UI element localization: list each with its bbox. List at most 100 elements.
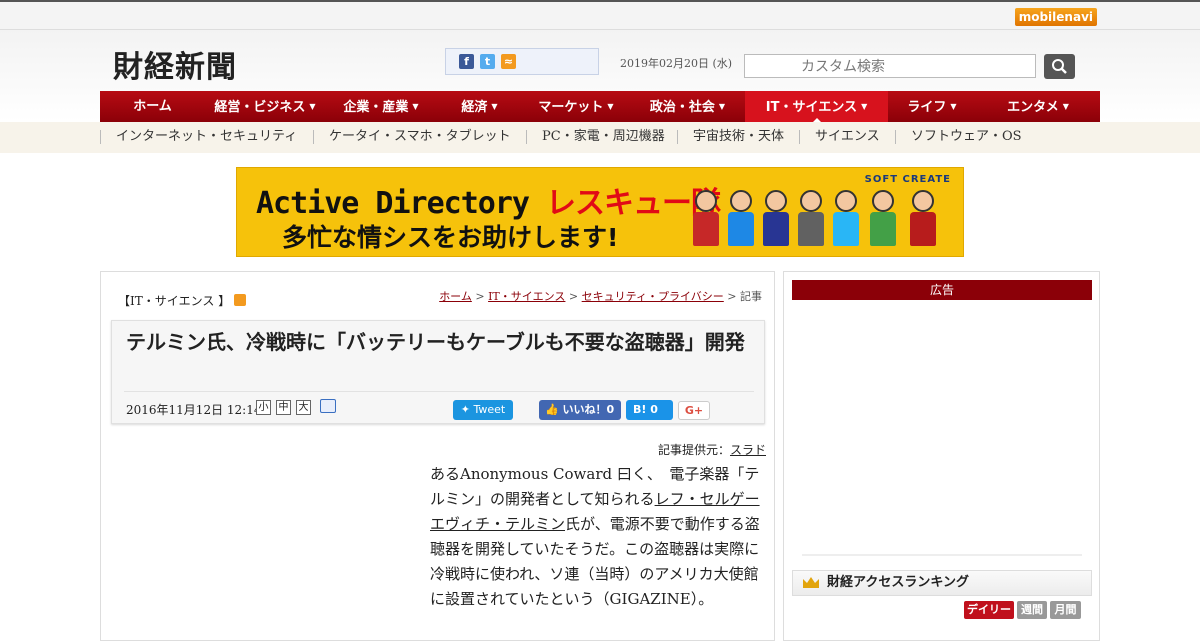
ranking-tab-daily[interactable]: デイリー	[964, 601, 1014, 619]
font-size-large-button[interactable]: 大	[296, 400, 311, 415]
rss-icon[interactable]: ≈	[501, 54, 516, 69]
hero-illustration	[909, 190, 937, 248]
google-plus-button[interactable]: G+	[678, 401, 710, 420]
caret-down-icon: ▼	[412, 102, 419, 111]
hatena-count: 0	[650, 403, 658, 416]
sidebar: 広告 財経アクセスランキング デイリー 週間 月間	[783, 271, 1100, 641]
publish-date: 2016年11月12日 12:14	[126, 403, 262, 417]
search-input[interactable]: カスタム検索	[744, 54, 1036, 78]
banner-headline-text: Active Directory	[256, 186, 530, 221]
hero-illustration	[762, 190, 790, 248]
nav-item-it-science[interactable]: IT・サイエンス ▼	[745, 91, 888, 123]
nav-item-economy[interactable]: 経済 ▼	[437, 91, 522, 122]
banner-ad[interactable]: Active Directory レスキュー隊 多忙な情シスをお助けします! S…	[236, 167, 964, 257]
social-links: f t ≈	[445, 48, 599, 75]
font-size-small-button[interactable]: 小	[256, 400, 271, 415]
search-button[interactable]	[1044, 54, 1075, 79]
mobilenavi-label-2: navi	[1064, 10, 1093, 24]
breadcrumb: ホーム > IT・サイエンス > セキュリティ・プライバシー > 記事	[439, 288, 762, 304]
ranking-tab-monthly[interactable]: 月間	[1050, 601, 1081, 619]
subnav-item[interactable]: ソフトウェア・OS	[895, 130, 1022, 144]
nav-item-entertainment[interactable]: エンタメ ▼	[976, 91, 1100, 122]
hatena-bookmark-button[interactable]: B! 0	[626, 400, 673, 420]
top-strip: mobilenavi	[0, 0, 1200, 30]
tweet-label: Tweet	[473, 403, 506, 416]
nav-label: エンタメ	[1007, 100, 1059, 115]
subnav-item[interactable]: 宇宙技術・天体	[677, 130, 784, 144]
nav-item-industry[interactable]: 企業・産業 ▼	[325, 91, 437, 122]
article-panel: 【IT・サイエンス 】 ホーム > IT・サイエンス > セキュリティ・プライバ…	[100, 271, 775, 641]
rss-icon[interactable]	[234, 294, 247, 306]
ranking-title: 財経アクセスランキング	[827, 575, 969, 590]
caret-down-icon: ▼	[861, 102, 868, 111]
facebook-icon[interactable]: f	[459, 54, 474, 69]
nav-item-politics[interactable]: 政治・社会 ▼	[630, 91, 745, 122]
mobilenavi-link[interactable]: mobilenavi	[1014, 8, 1097, 26]
nav-label: 企業・産業	[343, 100, 409, 115]
thumbs-up-icon: 👍	[545, 403, 563, 416]
nav-item-business[interactable]: 経営・ビジネス ▼	[205, 91, 325, 122]
hatena-label: B!	[633, 403, 647, 416]
nav-label: 経済	[461, 100, 488, 115]
nav-item-life[interactable]: ライフ ▼	[888, 91, 976, 122]
nav-item-home[interactable]: ホーム	[100, 91, 205, 122]
divider	[124, 391, 754, 392]
facebook-like-button[interactable]: 👍 いいね！0	[539, 400, 621, 420]
search-icon	[1052, 59, 1067, 74]
ranking-tab-weekly[interactable]: 週間	[1017, 601, 1047, 619]
caret-down-icon: ▼	[607, 102, 614, 111]
sub-nav: インターネット・セキュリティ ケータイ・スマホ・タブレット PC・家電・周辺機器…	[0, 122, 1200, 153]
caret-down-icon: ▼	[309, 102, 316, 111]
crown-icon	[803, 577, 819, 588]
caret-down-icon: ▼	[950, 102, 957, 111]
banner-headline: Active Directory レスキュー隊	[256, 178, 721, 222]
hero-illustration	[869, 190, 897, 248]
nav-item-market[interactable]: マーケット ▼	[522, 91, 630, 122]
category-label: 【IT・サイエンス 】	[118, 292, 247, 309]
nav-label: マーケット	[538, 100, 604, 115]
nav-label: ホーム	[133, 99, 172, 114]
like-count: 0	[606, 403, 615, 416]
breadcrumb-home[interactable]: ホーム	[439, 290, 472, 303]
category-text: 【IT・サイエンス 】	[118, 294, 231, 308]
banner-brand: SOFT CREATE	[864, 174, 951, 185]
breadcrumb-category[interactable]: IT・サイエンス	[488, 290, 565, 303]
font-size-medium-button[interactable]: 中	[276, 400, 291, 415]
subnav-item[interactable]: PC・家電・周辺機器	[526, 130, 665, 144]
caret-down-icon: ▼	[1062, 102, 1069, 111]
site-logo[interactable]: 財経新聞	[113, 42, 237, 86]
subnav-item[interactable]: ケータイ・スマホ・タブレット	[313, 130, 511, 144]
nav-label: 政治・社会	[649, 100, 715, 115]
source-label: 記事提供元：	[657, 443, 730, 457]
tweet-button[interactable]: ✦ Tweet	[453, 400, 513, 420]
nav-label: 経営・ビジネス	[214, 100, 306, 115]
subnav-item[interactable]: サイエンス	[799, 130, 880, 144]
caret-down-icon: ▼	[718, 102, 726, 111]
banner-subline: 多忙な情シスをお助けします!	[282, 223, 619, 252]
hero-illustration	[727, 190, 755, 248]
breadcrumb-separator: >	[565, 290, 582, 303]
caret-down-icon: ▼	[491, 102, 498, 111]
print-icon[interactable]	[320, 399, 336, 413]
current-date: 2019年02月20日 (水)	[620, 57, 733, 70]
ad-label: 広告	[792, 280, 1092, 300]
ranking-header: 財経アクセスランキング	[792, 570, 1092, 596]
like-label: いいね！	[562, 403, 607, 416]
main-nav: ホーム 経営・ビジネス ▼ 企業・産業 ▼ 経済 ▼ マーケット ▼ 政治・社会 ▼ IT…	[100, 91, 1100, 123]
breadcrumb-separator: >	[471, 290, 489, 303]
breadcrumb-current: > 記事	[723, 290, 762, 303]
article-source: 記事提供元：スラド	[658, 441, 766, 458]
divider	[802, 554, 1082, 556]
nav-label: ライフ	[907, 100, 947, 115]
source-link[interactable]: スラド	[730, 443, 766, 457]
nav-label: IT・サイエンス	[765, 100, 858, 115]
article-body: あるAnonymous Coward 曰く、 電子楽器「テルミン」の開発者として…	[430, 462, 770, 612]
hero-illustration	[797, 190, 825, 248]
twitter-icon[interactable]: t	[480, 54, 495, 69]
bird-icon: ✦	[460, 403, 474, 416]
hero-illustration	[832, 190, 860, 248]
mobilenavi-label: mobile	[1018, 10, 1065, 24]
article-title: テルミン氏、冷戦時に「バッテリーもケーブルも不要な盗聴器」開発	[126, 330, 745, 354]
subnav-item[interactable]: インターネット・セキュリティ	[100, 130, 297, 144]
breadcrumb-subcategory[interactable]: セキュリティ・プライバシー	[582, 290, 724, 303]
